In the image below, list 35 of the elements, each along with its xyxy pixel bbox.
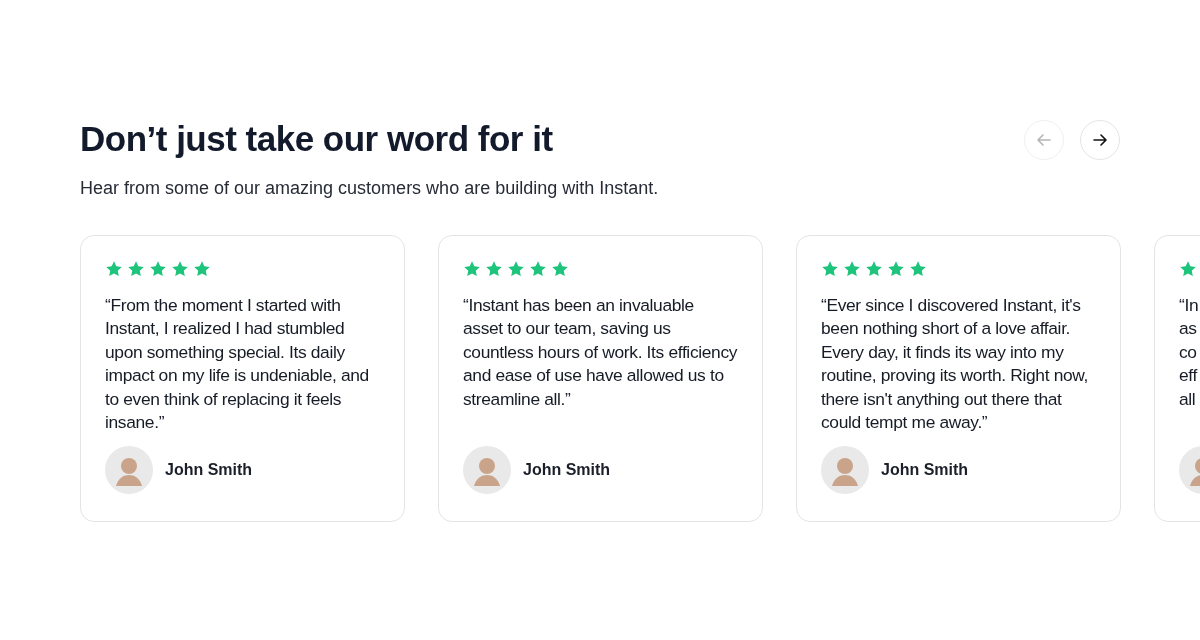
section-heading: Don’t just take our word for it — [80, 118, 554, 160]
avatar-icon — [105, 446, 153, 494]
star-icon — [171, 260, 189, 278]
star-icon — [551, 260, 569, 278]
star-icon — [529, 260, 547, 278]
star-icon — [193, 260, 211, 278]
star-icon — [127, 260, 145, 278]
star-icon — [463, 260, 481, 278]
star-icon — [865, 260, 883, 278]
star-icon — [149, 260, 167, 278]
section-subheading: Hear from some of our amazing customers who are building with Instant. — [80, 178, 659, 199]
next-button[interactable] — [1080, 120, 1120, 160]
left-arrow-icon — [1035, 131, 1053, 149]
author-name: John Smith — [881, 461, 969, 479]
star-icon — [507, 260, 525, 278]
star-icon — [821, 260, 839, 278]
avatar-icon — [463, 446, 511, 494]
star-icon — [843, 260, 861, 278]
testimonial-quote-line: as — [1179, 317, 1197, 341]
author-name: John Smith — [523, 461, 611, 479]
testimonial-quote: “Instant has been an invaluable asset to our team, saving us countless hours of work. Its efficiency and ease of use have allowed us to streamline all.” — [463, 294, 738, 411]
right-arrow-icon — [1091, 131, 1109, 149]
testimonial-quote-line: eff — [1179, 364, 1197, 388]
avatar-icon — [821, 446, 869, 494]
star-icon — [1179, 260, 1197, 278]
testimonial-quote-line: all — [1179, 387, 1196, 411]
star-icon — [909, 260, 927, 278]
star-icon — [887, 260, 905, 278]
testimonial-quote-line: co — [1179, 340, 1197, 364]
star-icon — [485, 260, 503, 278]
testimonial-quote-line: “In — [1179, 294, 1199, 317]
testimonial-quote: “Ever since I discovered Instant, it's been nothing short of a love affair. Every day, it finds its way into my routine, proving its worth. Right now, there isn't anything out there that could tempt me away.” — [821, 294, 1090, 434]
testimonial-quote: “From the moment I started with Instant, I realized I had stumbled upon something special. Its daily impact on my life is undeniable, and to even think of replacing it feels insane.” — [105, 294, 370, 434]
author-name: John Smith — [165, 461, 253, 479]
star-icon — [105, 260, 123, 278]
